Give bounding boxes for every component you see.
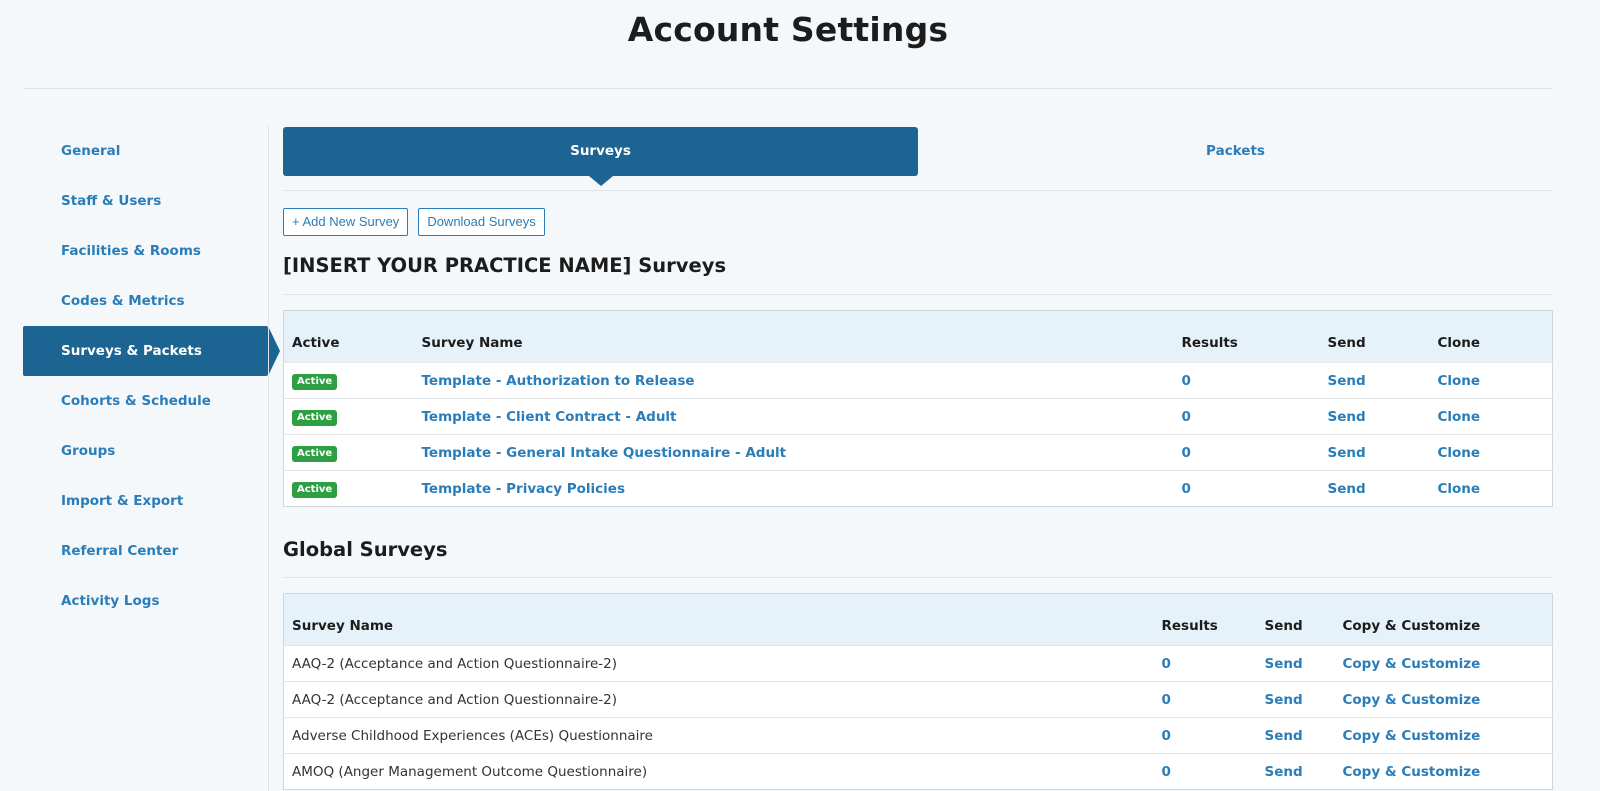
page-title: Account Settings xyxy=(627,10,949,49)
table-row: Active Template - Authorization to Relea… xyxy=(283,362,1553,399)
survey-name: Adverse Childhood Experiences (ACEs) Que… xyxy=(283,717,1154,754)
practice-surveys-table: Active Survey Name Results Send Clone Ac… xyxy=(283,310,1553,507)
table-header-row: Active Survey Name Results Send Clone xyxy=(283,310,1553,363)
column-header-clone: Clone xyxy=(1429,310,1553,363)
survey-name: AAQ-2 (Acceptance and Action Questionnai… xyxy=(283,645,1154,682)
table-row: AAQ-2 (Acceptance and Action Questionnai… xyxy=(283,681,1553,718)
send-link[interactable]: Send xyxy=(1319,434,1430,471)
table-row: Active Template - Client Contract - Adul… xyxy=(283,398,1553,435)
survey-name-link[interactable]: Template - Privacy Policies xyxy=(413,470,1174,507)
results-link[interactable]: 0 xyxy=(1173,434,1320,471)
send-link[interactable]: Send xyxy=(1256,753,1335,790)
send-link[interactable]: Send xyxy=(1256,717,1335,754)
sidebar-divider xyxy=(268,126,269,791)
results-link[interactable]: 0 xyxy=(1153,717,1257,754)
sidebar-item-referral-center[interactable]: Referral Center xyxy=(23,526,268,576)
tab-bar: Surveys Packets xyxy=(283,127,1553,191)
results-link[interactable]: 0 xyxy=(1173,398,1320,435)
table-row: AMOQ (Anger Management Outcome Questionn… xyxy=(283,753,1553,790)
send-link[interactable]: Send xyxy=(1319,470,1430,507)
table-row: AAQ-2 (Acceptance and Action Questionnai… xyxy=(283,645,1553,682)
add-new-survey-button[interactable]: + Add New Survey xyxy=(283,208,409,236)
table-row: Active Template - General Intake Questio… xyxy=(283,434,1553,471)
sidebar: General Staff & Users Facilities & Rooms… xyxy=(23,126,280,626)
results-link[interactable]: 0 xyxy=(1153,753,1257,790)
survey-name-link[interactable]: Template - Client Contract - Adult xyxy=(413,398,1174,435)
clone-link[interactable]: Clone xyxy=(1429,434,1553,471)
column-header-send: Send xyxy=(1319,310,1430,363)
column-header-results: Results xyxy=(1173,310,1320,363)
send-link[interactable]: Send xyxy=(1256,645,1335,682)
results-link[interactable]: 0 xyxy=(1173,362,1320,399)
survey-name-link[interactable]: Template - Authorization to Release xyxy=(413,362,1174,399)
copy-customize-link[interactable]: Copy & Customize xyxy=(1334,753,1553,790)
copy-customize-link[interactable]: Copy & Customize xyxy=(1334,717,1553,754)
table-row: Adverse Childhood Experiences (ACEs) Que… xyxy=(283,717,1553,754)
practice-section-divider xyxy=(283,294,1553,295)
global-section-divider xyxy=(283,577,1553,578)
table-row: Active Template - Privacy Policies 0 Sen… xyxy=(283,470,1553,507)
clone-link[interactable]: Clone xyxy=(1429,362,1553,399)
copy-customize-link[interactable]: Copy & Customize xyxy=(1334,645,1553,682)
copy-customize-link[interactable]: Copy & Customize xyxy=(1334,681,1553,718)
title-divider xyxy=(23,88,1553,89)
clone-link[interactable]: Clone xyxy=(1429,398,1553,435)
download-surveys-button[interactable]: Download Surveys xyxy=(418,208,545,236)
global-surveys-title: Global Surveys xyxy=(283,538,448,561)
survey-name-link[interactable]: Template - General Intake Questionnaire … xyxy=(413,434,1174,471)
column-header-active: Active xyxy=(283,310,414,363)
survey-name: AAQ-2 (Acceptance and Action Questionnai… xyxy=(283,681,1154,718)
clone-link[interactable]: Clone xyxy=(1429,470,1553,507)
tab-surveys[interactable]: Surveys xyxy=(283,127,918,186)
status-badge: Active xyxy=(292,445,338,462)
sidebar-item-groups[interactable]: Groups xyxy=(23,426,268,476)
column-header-copy-customize: Copy & Customize xyxy=(1334,593,1553,646)
action-buttons: + Add New Survey Download Surveys xyxy=(283,208,545,236)
status-badge: Active xyxy=(292,373,338,390)
sidebar-item-facilities-rooms[interactable]: Facilities & Rooms xyxy=(23,226,268,276)
column-header-results: Results xyxy=(1153,593,1257,646)
table-header-row: Survey Name Results Send Copy & Customiz… xyxy=(283,593,1553,646)
sidebar-item-cohorts-schedule[interactable]: Cohorts & Schedule xyxy=(23,376,268,426)
global-surveys-table: Survey Name Results Send Copy & Customiz… xyxy=(283,593,1553,790)
sidebar-item-staff-users[interactable]: Staff & Users xyxy=(23,176,268,226)
column-header-survey-name: Survey Name xyxy=(283,593,1154,646)
sidebar-item-activity-logs[interactable]: Activity Logs xyxy=(23,576,268,626)
sidebar-item-import-export[interactable]: Import & Export xyxy=(23,476,268,526)
survey-name: AMOQ (Anger Management Outcome Questionn… xyxy=(283,753,1154,790)
tab-packets[interactable]: Packets xyxy=(918,127,1553,176)
send-link[interactable]: Send xyxy=(1319,398,1430,435)
sidebar-item-surveys-packets[interactable]: Surveys & Packets xyxy=(23,326,280,376)
column-header-send: Send xyxy=(1256,593,1335,646)
practice-surveys-title: [INSERT YOUR PRACTICE NAME] Surveys xyxy=(283,254,727,277)
column-header-survey-name: Survey Name xyxy=(413,310,1174,363)
sidebar-item-general[interactable]: General xyxy=(23,126,268,176)
results-link[interactable]: 0 xyxy=(1153,681,1257,718)
sidebar-item-codes-metrics[interactable]: Codes & Metrics xyxy=(23,276,268,326)
results-link[interactable]: 0 xyxy=(1173,470,1320,507)
status-badge: Active xyxy=(292,409,338,426)
send-link[interactable]: Send xyxy=(1319,362,1430,399)
results-link[interactable]: 0 xyxy=(1153,645,1257,682)
send-link[interactable]: Send xyxy=(1256,681,1335,718)
status-badge: Active xyxy=(292,481,338,498)
